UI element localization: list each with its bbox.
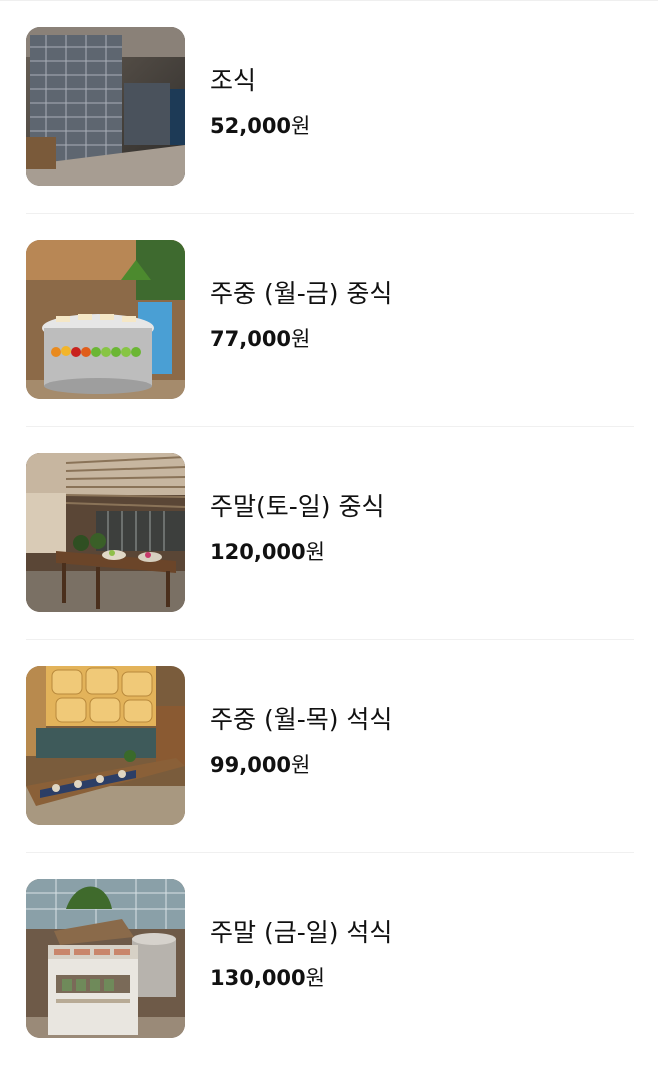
dinner-buffet-photo xyxy=(26,666,185,825)
fruit-buffet-photo xyxy=(26,240,185,399)
menu-item-price: 52,000원 xyxy=(210,111,310,141)
menu-item-price: 120,000원 xyxy=(210,537,325,567)
price-currency: 원 xyxy=(291,753,311,777)
menu-item-photo xyxy=(26,240,185,399)
menu-item-weekend-dinner[interactable]: 주말 (금-일) 석식 130,000원 xyxy=(0,853,658,1065)
buffet-hall-photo xyxy=(26,453,185,612)
menu-item-weekday-lunch[interactable]: 주중 (월-금) 중식 77,000원 xyxy=(0,214,658,426)
price-amount: 120,000 xyxy=(210,540,306,564)
menu-item-price: 77,000원 xyxy=(210,324,310,354)
menu-item-name: 주중 (월-금) 중식 xyxy=(210,279,393,308)
price-amount: 99,000 xyxy=(210,753,292,777)
menu-item-price: 99,000원 xyxy=(210,750,310,780)
menu-item-photo xyxy=(26,453,185,612)
price-currency: 원 xyxy=(305,966,325,990)
price-amount: 52,000 xyxy=(210,114,292,138)
price-currency: 원 xyxy=(291,327,311,351)
price-currency: 원 xyxy=(305,540,325,564)
menu-item-price: 130,000원 xyxy=(210,963,325,993)
menu-list: 조식 52,000원 주중 (월-금) 중식 77,000원 주말(토-일) 중… xyxy=(0,0,658,1056)
menu-item-photo xyxy=(26,27,185,186)
menu-item-name: 조식 xyxy=(210,66,257,95)
wine-cellar-photo xyxy=(26,27,185,186)
menu-item-weekend-lunch[interactable]: 주말(토-일) 중식 120,000원 xyxy=(0,427,658,639)
price-amount: 77,000 xyxy=(210,327,292,351)
menu-item-photo xyxy=(26,879,185,1038)
menu-item-breakfast[interactable]: 조식 52,000원 xyxy=(0,1,658,213)
seafood-buffet-photo xyxy=(26,879,185,1038)
menu-item-name: 주말(토-일) 중식 xyxy=(210,492,385,521)
menu-item-name: 주말 (금-일) 석식 xyxy=(210,918,393,947)
menu-item-weekday-dinner[interactable]: 주중 (월-목) 석식 99,000원 xyxy=(0,640,658,852)
menu-item-name: 주중 (월-목) 석식 xyxy=(210,705,393,734)
price-currency: 원 xyxy=(291,114,311,138)
price-amount: 130,000 xyxy=(210,966,306,990)
menu-item-photo xyxy=(26,666,185,825)
